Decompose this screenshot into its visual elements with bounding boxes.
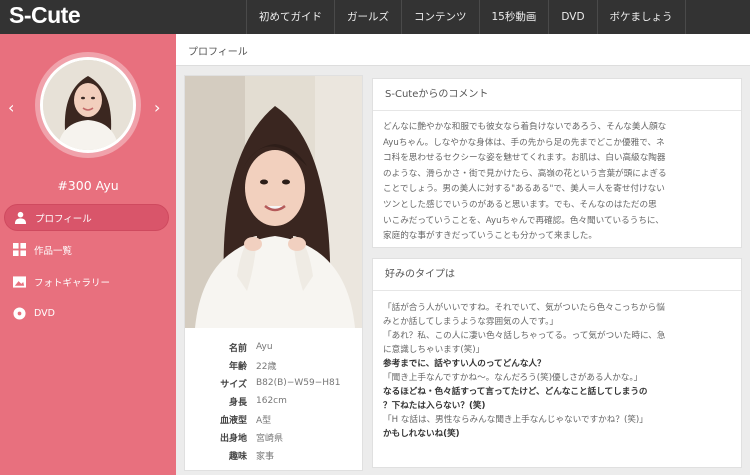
nav-item-guide[interactable]: 初めてガイド (246, 0, 334, 34)
info-label: 名前 (228, 343, 247, 354)
favorite-type-title: 好みのタイプは (373, 259, 741, 291)
nav-item-contents[interactable]: コンテンツ (401, 0, 479, 34)
comment-panel: S-Cuteからのコメント どんなに艶やかな和服でも彼女なら着負けないであろう、… (372, 78, 742, 248)
info-value: 家事 (256, 451, 275, 462)
type-line: 「聞き上手なんですかね〜。なんだろう(笑)優しさがある人かな。」 (383, 373, 643, 383)
info-row-height: 身長 162cm (185, 392, 362, 410)
nav-item-dvd[interactable]: DVD (548, 0, 596, 34)
avatar (40, 57, 136, 153)
info-value: B82(B)−W59−H81 (256, 378, 341, 388)
comment-line: ツンとした感じでいうのがあると思います。でも、そんなのはただの思 (383, 199, 657, 210)
info-label: 出身地 (219, 433, 247, 444)
profile-info-table: 名前 Ayu 年齢 22歳 サイズ B82(B)−W59−H81 身長 162c… (185, 338, 362, 464)
comment-line: いこみだっていうことを、Ayuちゃんで再確認。色々聞いているうちに、 (383, 215, 664, 226)
profile-id: #300 Ayu (57, 178, 119, 193)
favorite-type-panel: 好みのタイプは 「話が合う人がいいですね。それでいて、気がついたら色々こっちから… (372, 258, 742, 468)
grid-icon (12, 243, 26, 257)
info-row-hobby: 趣味 家事 (185, 446, 362, 464)
avatar-portrait (43, 60, 133, 150)
type-question-line: ？下ねたは入らない？(笑) (383, 401, 486, 411)
info-label: 年齢 (228, 361, 247, 372)
info-row-name: 名前 Ayu (185, 338, 362, 356)
info-value: 162cm (256, 396, 287, 406)
page-title: プロフィール (188, 47, 248, 58)
comment-title: S-Cuteからのコメント (373, 79, 741, 111)
comment-line: コ科を思わせるセクシーな姿を魅せてくれます。お肌は、白い高級な陶器 (383, 153, 666, 164)
sidebar-item-gallery[interactable]: フォトギャラリー (4, 268, 169, 295)
type-line: みとか話してしまうような雰囲気の人です。」 (383, 317, 559, 327)
nav-item-girls[interactable]: ガールズ (334, 0, 401, 34)
nav-item-15sec-video[interactable]: 15秒動画 (478, 0, 549, 34)
profile-card: 名前 Ayu 年齢 22歳 サイズ B82(B)−W59−H81 身長 162c… (184, 75, 363, 471)
comment-line: 家庭的な事がすきだっていうことも分かって来ました。 (383, 231, 597, 242)
type-line: 「話が合う人がいいですね。それでいて、気がついたら色々こっちから悩 (383, 303, 665, 313)
prev-arrow-icon[interactable]: ‹ (8, 98, 14, 117)
person-icon (13, 211, 27, 225)
info-value: 宮崎県 (256, 433, 284, 444)
profile-photo[interactable] (185, 76, 362, 328)
sidebar-item-works[interactable]: 作品一覧 (4, 236, 169, 263)
type-question-line: なるほどね・色々話すって言ってたけど、どんなこと話してしまうの (383, 387, 648, 397)
info-value: 22歳 (256, 361, 277, 372)
info-row-size: サイズ B82(B)−W59−H81 (185, 374, 362, 392)
next-arrow-icon[interactable]: › (154, 98, 160, 117)
main-header: プロフィール (176, 34, 750, 66)
type-question-line: かもしれないね(笑) (383, 429, 460, 439)
info-row-blood-type: 血液型 A型 (185, 410, 362, 428)
sidebar: ‹ › #300 Ayu プロフィール 作品一覧 フォトギャラリー DVD (0, 34, 176, 475)
type-line: に意識しちゃいます(笑)」 (383, 345, 485, 355)
avatar-ring (35, 52, 141, 158)
top-nav-bar: S-Cute 初めてガイド ガールズ コンテンツ 15秒動画 DVD ボケましょ… (0, 0, 750, 34)
site-logo[interactable]: S-Cute (9, 2, 81, 29)
type-line: 「H な話は、男性ならみんな聞き上手なんじゃないですかね？(笑)」 (383, 415, 648, 425)
type-line: 「あれ？私、この人に凄い色々話しちゃってる。って気がついた時に、急 (383, 331, 666, 341)
main-nav: 初めてガイド ガールズ コンテンツ 15秒動画 DVD ボケましょう (246, 0, 686, 34)
profile-photo-illustration (185, 76, 362, 328)
sidebar-item-label: 作品一覧 (34, 245, 73, 257)
comment-line: Ayuちゃん。しなやかな身体は、手の先から足の先までどこか優雅で、ネ (383, 137, 665, 148)
sidebar-item-profile[interactable]: プロフィール (4, 204, 169, 231)
info-label: サイズ (220, 379, 247, 390)
sidebar-menu: プロフィール 作品一覧 フォトギャラリー DVD (4, 204, 169, 332)
comment-line: のような、滑らかさ・街で見かけたら、高嶺の花という言葉が頭によぎる (383, 168, 667, 179)
info-value: Ayu (256, 342, 273, 352)
comment-body: どんなに艶やかな和服でも彼女なら着負けないであろう、そんな美人顔な Ayuちゃん… (373, 111, 741, 245)
favorite-type-body: 「話が合う人がいいですね。それでいて、気がついたら色々こっちから悩 みとか話して… (373, 291, 741, 441)
comment-line: どんなに艶やかな和服でも彼女なら着負けないであろう、そんな美人顔な (383, 122, 667, 132)
info-label: 血液型 (219, 415, 247, 426)
sidebar-item-label: DVD (34, 308, 55, 319)
info-value: A型 (256, 415, 272, 426)
disc-icon (12, 307, 26, 321)
info-label: 身長 (228, 397, 247, 408)
nav-item-boke[interactable]: ボケましょう (596, 0, 686, 34)
info-row-hometown: 出身地 宮崎県 (185, 428, 362, 446)
sidebar-item-label: フォトギャラリー (34, 277, 111, 289)
comment-line: ことでしょう。男の美人に対する"あるある"で、美人＝人を寄せ付けない (383, 184, 665, 195)
sidebar-item-dvd[interactable]: DVD (4, 300, 169, 327)
sidebar-item-label: プロフィール (35, 213, 92, 225)
info-row-age: 年齢 22歳 (185, 356, 362, 374)
info-label: 趣味 (228, 451, 247, 462)
type-question-line: 参考までに、話やすい人のってどんな人？ (383, 359, 546, 369)
photo-icon (12, 275, 26, 289)
